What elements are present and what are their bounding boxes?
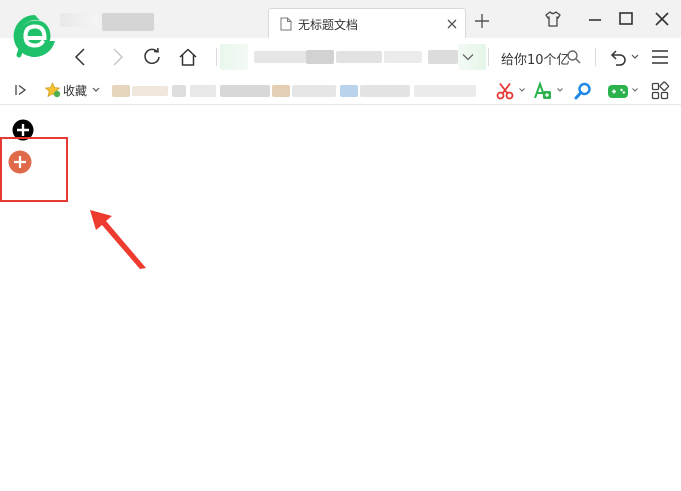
gamepad-icon[interactable] — [607, 81, 629, 101]
plus-icon[interactable] — [473, 12, 491, 30]
blurred-bookmark — [272, 85, 290, 97]
blurred-bookmark — [190, 85, 216, 97]
search-suggestion[interactable]: 给你10个亿 — [501, 49, 570, 68]
toolbar-divider — [216, 48, 217, 66]
red-arrow-annotation — [90, 210, 146, 269]
tab-active[interactable]: 无标题文档 — [268, 8, 466, 39]
blurred-url — [428, 50, 458, 64]
blurred-url — [306, 50, 334, 64]
plus-circle-orange-icon[interactable] — [8, 150, 32, 174]
forward-icon[interactable] — [106, 46, 128, 68]
chevron-down-icon[interactable] — [519, 87, 525, 93]
chevron-down-icon[interactable] — [461, 50, 475, 64]
tab-title: 无标题文档 — [298, 18, 359, 32]
title-bar: 无标题文档 — [0, 0, 681, 39]
blurred-bookmark — [360, 85, 410, 97]
hamburger-menu-icon[interactable] — [649, 46, 671, 68]
blurred-url — [384, 51, 422, 63]
blurred-bookmark — [292, 85, 336, 97]
blurred-bookmark — [112, 85, 130, 97]
apps-grid-icon[interactable] — [650, 81, 670, 101]
bookmarks-bar: 收藏 — [0, 76, 681, 105]
home-icon[interactable] — [177, 46, 199, 68]
document-icon — [280, 17, 292, 31]
search-icon[interactable] — [566, 49, 582, 65]
chevron-down-icon[interactable] — [631, 54, 639, 60]
blurred-url — [336, 51, 382, 63]
navigation-bar: 给你10个亿 — [0, 38, 681, 76]
scissors-icon[interactable] — [495, 81, 515, 101]
blurred-bookmark — [220, 85, 270, 97]
maximize-icon[interactable] — [616, 9, 636, 29]
chevron-down-icon[interactable] — [557, 87, 563, 93]
blurred-bookmark — [132, 86, 168, 96]
blurred-bookmark — [172, 85, 186, 97]
translate-icon[interactable] — [532, 81, 552, 101]
favorites-button[interactable]: 收藏 — [44, 82, 100, 98]
toolbar-divider — [595, 48, 596, 66]
blurred-title — [102, 13, 154, 31]
toolbar-divider — [488, 48, 489, 66]
minimize-icon[interactable] — [585, 9, 605, 29]
chevron-down-icon[interactable] — [632, 87, 638, 93]
blurred-bookmark — [414, 85, 476, 97]
blurred-bookmark — [340, 85, 358, 97]
blurred-url — [254, 51, 314, 63]
undo-icon[interactable] — [607, 46, 629, 68]
reload-icon[interactable] — [141, 46, 163, 68]
magnifier-icon[interactable] — [573, 81, 593, 101]
chevron-down-icon — [92, 87, 100, 92]
address-bar[interactable] — [220, 44, 486, 70]
blurred-url — [220, 44, 248, 70]
blurred-title — [60, 13, 98, 27]
browser-logo-icon — [13, 14, 55, 58]
close-icon[interactable] — [445, 17, 459, 31]
page-content — [0, 105, 681, 491]
close-window-icon[interactable] — [652, 9, 672, 29]
sidebar-toggle-icon[interactable] — [14, 83, 28, 97]
star-icon — [44, 82, 61, 98]
skin-shirt-icon[interactable] — [543, 9, 563, 29]
favorites-label: 收藏 — [63, 83, 88, 98]
back-icon[interactable] — [70, 46, 92, 68]
